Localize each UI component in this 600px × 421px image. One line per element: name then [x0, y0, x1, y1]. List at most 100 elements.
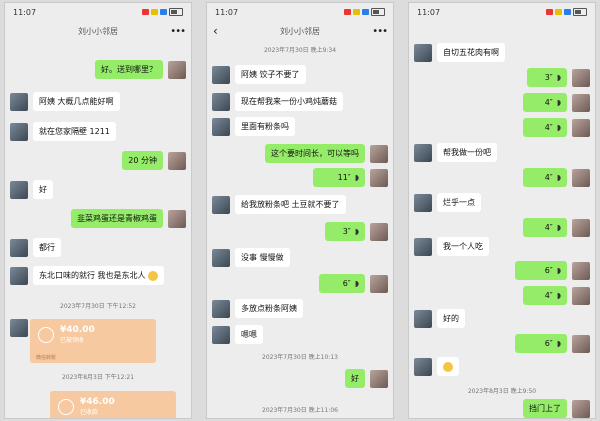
transfer-card[interactable]: ¥40.00 已被领收 微信转账 — [30, 319, 156, 363]
voice-duration: 4″ — [544, 223, 553, 232]
voice-duration: 4″ — [544, 291, 553, 300]
message-bubble[interactable]: 好 — [33, 180, 53, 199]
voice-message-out: 4″ ◗ — [414, 168, 590, 187]
avatar[interactable] — [572, 399, 590, 418]
avatar[interactable] — [370, 222, 388, 241]
message-bubble[interactable]: 现在帮我来一份小鸡炖蘑菇 — [235, 92, 343, 111]
avatar[interactable] — [414, 143, 432, 162]
message-bubble[interactable] — [437, 357, 459, 376]
avatar[interactable] — [10, 92, 28, 111]
voice-bubble[interactable]: 3″ ◗ — [325, 222, 365, 241]
avatar[interactable] — [168, 151, 186, 170]
avatar[interactable] — [10, 266, 28, 285]
message-bubble[interactable]: 阿姨 饺子不要了 — [235, 65, 306, 84]
avatar[interactable] — [10, 319, 28, 337]
avatar[interactable] — [370, 369, 388, 388]
message-bubble[interactable]: 好 — [345, 369, 365, 388]
avatar[interactable] — [212, 92, 230, 111]
avatar[interactable] — [414, 43, 432, 62]
voice-bubble[interactable]: 4″ ◗ — [523, 218, 567, 237]
message-in: 嗯嗯 — [212, 325, 388, 344]
message-bubble[interactable]: 多放点粉条阿姨 — [235, 299, 303, 318]
avatar[interactable] — [414, 309, 432, 328]
avatar[interactable] — [370, 274, 388, 293]
avatar[interactable] — [414, 193, 432, 212]
message-bubble[interactable]: 给我放粉条吧 土豆就不要了 — [235, 195, 346, 214]
avatar[interactable] — [168, 60, 186, 79]
message-bubble[interactable]: 阿姨 大概几点能好啊 — [33, 92, 120, 111]
voice-wave-icon: ◗ — [556, 98, 561, 107]
message-bubble[interactable]: 就在您家隔壁 1211 — [33, 122, 116, 141]
voice-wave-icon: ◗ — [354, 173, 359, 182]
avatar[interactable] — [572, 261, 590, 280]
voice-bubble[interactable]: 4″ ◗ — [523, 168, 567, 187]
voice-bubble[interactable]: 6″ ◗ — [515, 334, 567, 353]
voice-bubble[interactable]: 3″ ◗ — [527, 68, 567, 87]
chat-title: 刘小小邻居 — [78, 26, 118, 36]
message-out: 20 分钟 — [10, 151, 186, 170]
avatar[interactable] — [212, 65, 230, 84]
voice-bubble[interactable]: 6″ ◗ — [515, 261, 567, 280]
message-bubble[interactable]: 挡门上了 — [523, 399, 567, 418]
voice-wave-icon: ◗ — [354, 279, 359, 288]
message-in: 烂乎一点 — [414, 193, 590, 212]
message-bubble[interactable]: 嗯嗯 — [235, 325, 263, 344]
avatar[interactable] — [10, 238, 28, 257]
avatar[interactable] — [212, 195, 230, 214]
avatar[interactable] — [572, 118, 590, 137]
avatar[interactable] — [572, 334, 590, 353]
message-bubble[interactable]: 没事 慢慢做 — [235, 248, 290, 267]
avatar[interactable] — [414, 357, 432, 376]
avatar[interactable] — [370, 168, 388, 187]
voice-bubble[interactable]: 11″ ◗ — [313, 168, 365, 187]
voice-duration: 4″ — [544, 123, 553, 132]
voice-bubble[interactable]: 4″ ◗ — [523, 118, 567, 137]
avatar[interactable] — [572, 168, 590, 187]
avatar[interactable] — [572, 68, 590, 87]
voice-message-out: 6″ ◗ — [414, 261, 590, 280]
voice-bubble[interactable]: 6″ ◗ — [319, 274, 365, 293]
message-bubble[interactable]: 20 分钟 — [122, 151, 163, 170]
message-bubble[interactable]: 韭菜鸡蛋还是青椒鸡蛋 — [71, 209, 163, 228]
message-in: 帮我做一份吧 — [414, 143, 590, 162]
voice-wave-icon: ◗ — [556, 173, 561, 182]
message-out: 韭菜鸡蛋还是青椒鸡蛋 — [10, 209, 186, 228]
message-out: 好 — [212, 369, 388, 388]
voice-bubble[interactable]: 4″ ◗ — [523, 286, 567, 305]
voice-message-out: 4″ ◗ — [414, 118, 590, 137]
avatar[interactable] — [212, 248, 230, 267]
avatar[interactable] — [212, 117, 230, 136]
avatar[interactable] — [572, 93, 590, 112]
voice-bubble[interactable]: 4″ ◗ — [523, 93, 567, 112]
transfer-status: 已收款 — [80, 409, 99, 416]
message-bubble[interactable]: 这个要时间长，可以等吗 — [265, 144, 365, 163]
message-bubble[interactable]: 帮我做一份吧 — [437, 143, 497, 162]
avatar[interactable] — [572, 218, 590, 237]
message-bubble[interactable]: 东北口味的就行 我也是东北人 — [33, 266, 165, 285]
voice-duration: 6″ — [544, 339, 553, 348]
battery-icon — [573, 8, 587, 16]
message-bubble[interactable]: 里面有粉条吗 — [235, 117, 295, 136]
avatar[interactable] — [414, 237, 432, 256]
transfer-card[interactable]: ¥46.00 已收款 — [50, 391, 176, 418]
more-icon[interactable]: ••• — [170, 26, 186, 37]
back-icon[interactable]: ‹ — [213, 24, 218, 38]
avatar[interactable] — [370, 144, 388, 163]
chat-header: 刘小小邻居 ••• — [5, 21, 191, 41]
more-icon[interactable]: ••• — [372, 26, 388, 37]
message-bubble[interactable]: 好的 — [437, 309, 465, 328]
avatar[interactable] — [168, 209, 186, 228]
avatar[interactable] — [10, 180, 28, 199]
avatar[interactable] — [212, 299, 230, 318]
avatar[interactable] — [212, 325, 230, 344]
chat-title: 刘小小邻居 — [280, 26, 320, 36]
message-bubble[interactable]: 好。送到哪里？ — [95, 60, 163, 79]
message-bubble[interactable]: 都行 — [33, 238, 61, 257]
message-bubble[interactable]: 烂乎一点 — [437, 193, 481, 212]
status-bar: 11:07 — [5, 3, 191, 21]
avatar[interactable] — [10, 122, 28, 141]
message-bubble[interactable]: 我一个人吃 — [437, 237, 489, 256]
message-text: 东北口味的就行 我也是东北人 — [39, 271, 146, 280]
avatar[interactable] — [572, 286, 590, 305]
message-bubble[interactable]: 自切五花肉有啊 — [437, 43, 505, 62]
